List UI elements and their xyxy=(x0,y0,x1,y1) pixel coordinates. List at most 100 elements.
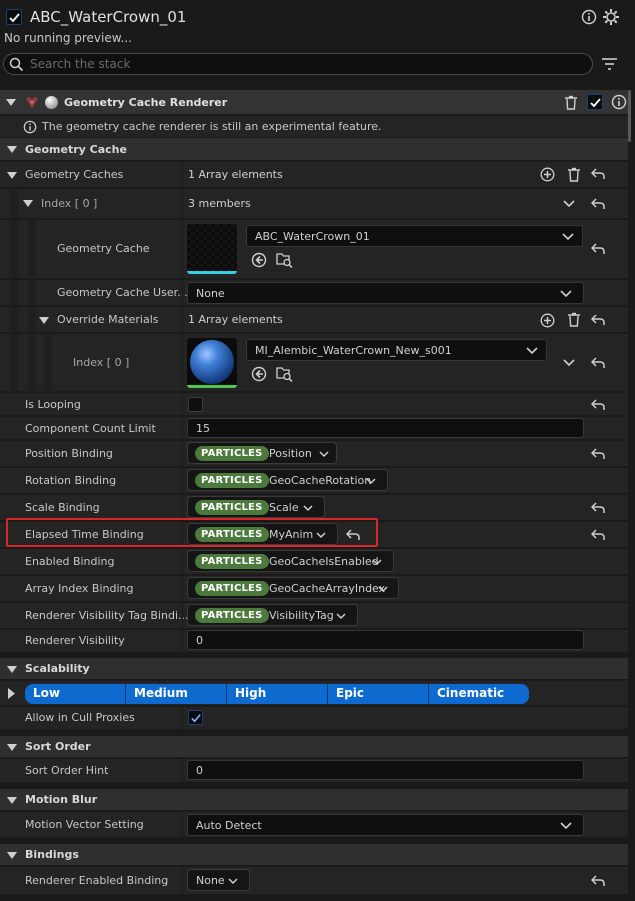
tier-low[interactable]: Low xyxy=(25,684,126,704)
scrollbar[interactable] xyxy=(628,90,631,142)
material-thumbnail[interactable] xyxy=(187,338,237,388)
enabled-binding-label: Enabled Binding xyxy=(25,555,115,568)
material-asset-combo[interactable]: MI_Alembic_WaterCrown_New_s001 xyxy=(246,339,547,361)
sphere-icon xyxy=(45,96,58,109)
section-motion-blur[interactable]: Motion Blur xyxy=(0,789,628,811)
delete-elements-icon[interactable] xyxy=(567,312,581,327)
reset-arrow-icon[interactable] xyxy=(591,529,605,541)
reset-arrow-icon[interactable] xyxy=(591,168,605,180)
renderer-visibility-value: 0 xyxy=(196,634,203,647)
expand-arrow-icon[interactable] xyxy=(7,172,17,180)
sort-order-hint-value: 0 xyxy=(196,764,203,777)
tier-epic[interactable]: Epic xyxy=(328,684,429,704)
chevron-down-icon[interactable] xyxy=(563,200,575,208)
delete-icon[interactable] xyxy=(564,95,578,110)
section-sort-order[interactable]: Sort Order xyxy=(0,736,628,758)
browse-asset-icon[interactable] xyxy=(276,252,293,268)
section-geometry-cache[interactable]: Geometry Cache xyxy=(0,138,628,161)
renderer-enabled-binding-pill[interactable]: None xyxy=(187,869,250,891)
delete-elements-icon[interactable] xyxy=(567,167,581,182)
browse-asset-icon[interactable] xyxy=(276,366,293,382)
motion-vector-row: Motion Vector Setting Auto Detect xyxy=(0,812,628,838)
expand-right-icon[interactable] xyxy=(8,688,16,699)
section-bindings[interactable]: Bindings xyxy=(0,844,628,866)
tier-medium[interactable]: Medium xyxy=(126,684,227,704)
module-title: Geometry Cache Renderer xyxy=(64,96,228,109)
is-looping-checkbox[interactable] xyxy=(188,397,203,412)
geometry-caches-label: Geometry Caches xyxy=(25,168,124,181)
array-index-binding-value: GeoCacheArrayIndex xyxy=(269,582,386,595)
enabled-binding-pill[interactable]: PARTICLES GeoCacheIsEnabled xyxy=(187,550,394,572)
rotation-binding-row: Rotation Binding PARTICLES GeoCacheRotat… xyxy=(0,468,628,494)
component-count-value: 15 xyxy=(196,422,210,435)
add-element-icon[interactable] xyxy=(540,313,555,328)
override-index-label: Index [ 0 ] xyxy=(73,356,130,369)
geometry-cache-label: Geometry Cache xyxy=(57,242,150,255)
chevron-down-icon xyxy=(378,586,388,593)
reset-arrow-icon[interactable] xyxy=(591,314,605,326)
module-enable-checkbox[interactable] xyxy=(587,94,603,110)
info-icon[interactable] xyxy=(581,9,597,28)
section-collapse-icon[interactable] xyxy=(7,146,17,154)
scale-binding-pill[interactable]: PARTICLES Scale xyxy=(187,496,325,518)
section-collapse-icon[interactable] xyxy=(7,744,17,752)
warning-info-icon xyxy=(23,120,37,134)
section-collapse-icon[interactable] xyxy=(7,797,17,805)
settings-gear-icon[interactable] xyxy=(602,8,620,29)
reset-arrow-icon[interactable] xyxy=(591,448,605,460)
geometry-cache-user-combo[interactable]: None xyxy=(187,282,584,304)
reset-arrow-icon[interactable] xyxy=(591,357,605,369)
chevron-down-icon xyxy=(560,822,572,830)
add-element-icon[interactable] xyxy=(540,167,555,182)
renderer-visibility-field[interactable]: 0 xyxy=(187,630,584,650)
search-box[interactable]: Search the stack xyxy=(3,53,593,75)
override-materials-label: Override Materials xyxy=(57,313,159,326)
filter-icon[interactable] xyxy=(601,57,618,74)
use-selected-asset-icon[interactable] xyxy=(251,366,267,382)
chevron-down-icon xyxy=(372,559,382,566)
visibility-tag-binding-row: Renderer Visibility Tag Bindi... PARTICL… xyxy=(0,603,628,629)
is-looping-row: Is Looping xyxy=(0,393,628,416)
chevron-down-icon xyxy=(319,451,329,458)
component-count-field[interactable]: 15 xyxy=(187,418,584,438)
collapse-arrow-icon[interactable] xyxy=(6,99,16,107)
geometry-cache-asset-combo[interactable]: ABC_WaterCrown_01 xyxy=(246,225,583,247)
chevron-down-icon[interactable] xyxy=(563,359,575,367)
reset-arrow-icon[interactable] xyxy=(591,502,605,514)
expand-arrow-icon[interactable] xyxy=(23,200,33,208)
particles-tag: PARTICLES xyxy=(195,554,269,569)
section-collapse-icon[interactable] xyxy=(7,666,17,674)
cull-proxies-checkbox[interactable] xyxy=(188,710,203,725)
visibility-tag-binding-pill[interactable]: PARTICLES VisibilityTag xyxy=(187,604,358,626)
enable-checkbox[interactable] xyxy=(6,9,22,25)
rotation-binding-pill[interactable]: PARTICLES GeoCacheRotation xyxy=(187,469,388,491)
rotation-binding-label: Rotation Binding xyxy=(25,474,117,487)
motion-vector-combo[interactable]: Auto Detect xyxy=(187,814,584,836)
section-title: Scalability xyxy=(25,662,90,675)
reset-arrow-icon[interactable] xyxy=(591,243,605,255)
override-materials-value: 1 Array elements xyxy=(188,313,283,326)
component-count-label: Component Count Limit xyxy=(25,422,156,435)
reset-arrow-icon[interactable] xyxy=(591,399,605,411)
sort-order-hint-field[interactable]: 0 xyxy=(187,760,584,780)
module-header[interactable]: Geometry Cache Renderer xyxy=(0,90,628,115)
sort-order-hint-row: Sort Order Hint 0 xyxy=(0,759,628,783)
expand-arrow-icon[interactable] xyxy=(39,317,49,325)
reset-arrow-icon[interactable] xyxy=(591,198,605,210)
use-selected-asset-icon[interactable] xyxy=(251,252,267,268)
tier-cinematic[interactable]: Cinematic xyxy=(429,684,529,704)
tier-high[interactable]: High xyxy=(227,684,328,704)
geometry-cache-asset-name: ABC_WaterCrown_01 xyxy=(255,230,370,243)
section-scalability[interactable]: Scalability xyxy=(0,658,628,680)
chevron-down-icon xyxy=(303,505,313,512)
search-placeholder: Search the stack xyxy=(30,57,131,71)
reset-arrow-icon[interactable] xyxy=(591,875,605,887)
section-collapse-icon[interactable] xyxy=(7,852,17,860)
module-info-icon[interactable] xyxy=(611,94,627,110)
geometry-cache-thumbnail[interactable] xyxy=(187,224,237,274)
chevron-down-icon xyxy=(336,613,346,620)
search-icon xyxy=(9,57,24,72)
renderer-visibility-row: Renderer Visibility 0 xyxy=(0,630,628,653)
position-binding-pill[interactable]: PARTICLES Position xyxy=(187,442,337,464)
array-index-binding-pill[interactable]: PARTICLES GeoCacheArrayIndex xyxy=(187,577,399,599)
